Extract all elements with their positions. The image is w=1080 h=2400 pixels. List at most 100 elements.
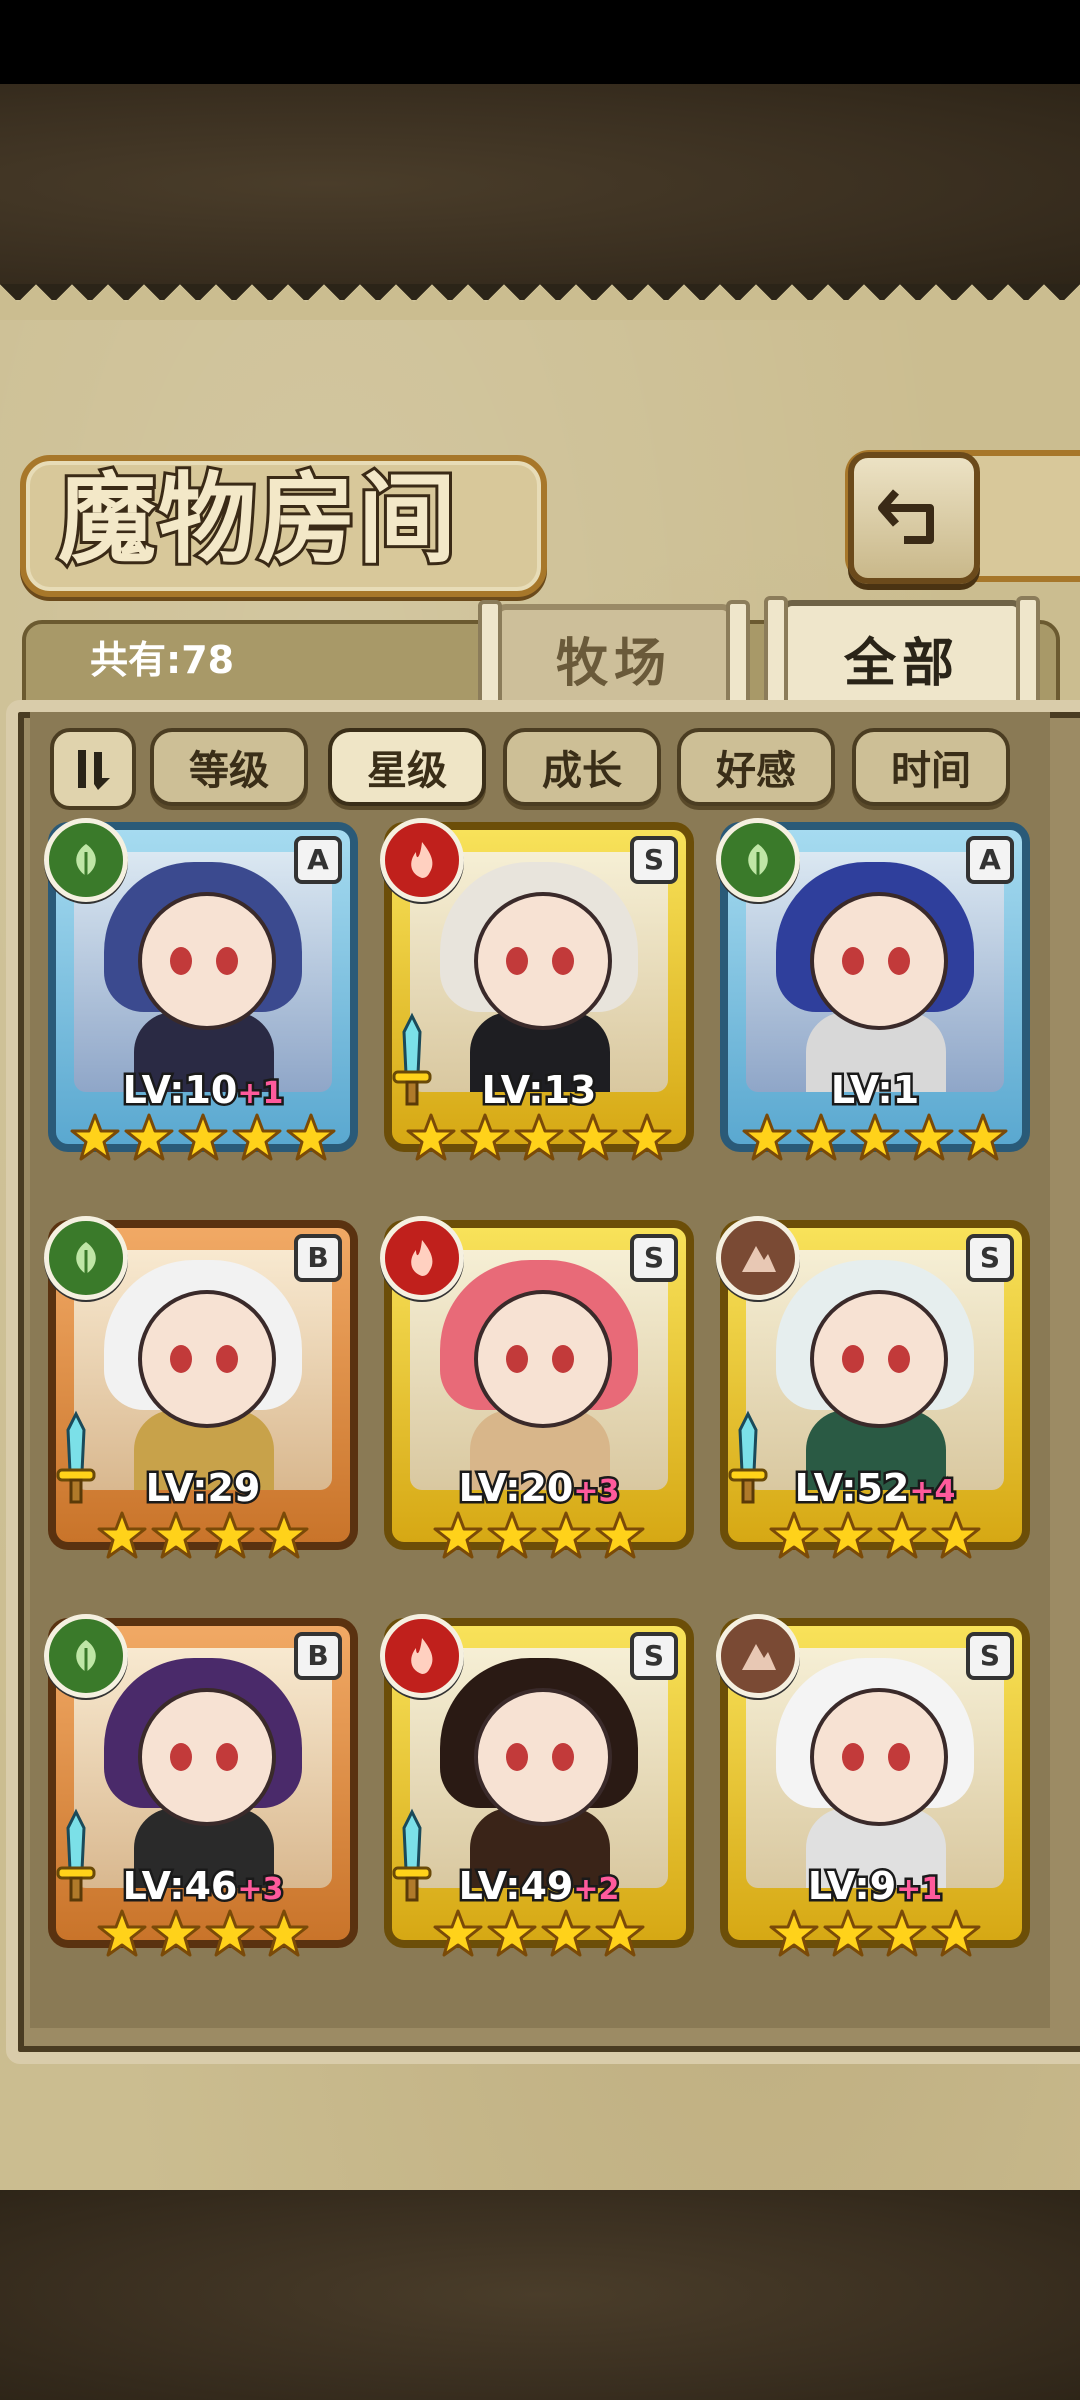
star-rating [742, 1112, 1008, 1172]
monster-level: LV:1 [720, 1066, 1030, 1115]
star-icon [540, 1908, 592, 1968]
star-icon [903, 1112, 955, 1172]
sort-level-button[interactable]: 等级 [150, 728, 308, 806]
star-icon [540, 1510, 592, 1570]
leaf-icon [716, 818, 800, 902]
sort-order-toggle[interactable] [50, 728, 136, 810]
star-rating [760, 1908, 990, 1968]
monster-count: 共有:78 [90, 638, 235, 682]
level-value: LV:13 [479, 1066, 599, 1115]
level-bonus: +4 [907, 1472, 958, 1512]
monster-card[interactable]: S LV:52+4 [716, 1216, 1030, 1580]
map-background-top [0, 84, 1080, 284]
fire-icon [380, 1216, 464, 1300]
star-icon [957, 1112, 1009, 1172]
page-title: 魔物房间 [55, 459, 459, 580]
star-icon [876, 1908, 928, 1968]
star-rating [70, 1112, 336, 1172]
level-bonus: +1 [235, 1074, 286, 1114]
rank-badge: A [294, 836, 342, 884]
star-rating [88, 1908, 318, 1968]
level-bonus: +2 [571, 1870, 622, 1910]
level-value: LV:20 [456, 1464, 576, 1513]
zigzag-border-top [0, 284, 1080, 320]
star-icon [96, 1908, 148, 1968]
star-icon [594, 1908, 646, 1968]
star-icon [177, 1112, 229, 1172]
level-value: LV:52 [792, 1464, 912, 1513]
rank-badge: S [966, 1234, 1014, 1282]
rank-badge: A [966, 836, 1014, 884]
star-icon [150, 1908, 202, 1968]
fire-icon [380, 1614, 464, 1698]
level-value: LV:29 [143, 1464, 263, 1513]
rank-badge: B [294, 1234, 342, 1282]
monster-level: LV:9+1 [720, 1862, 1030, 1911]
sort-affection-button[interactable]: 好感 [677, 728, 835, 806]
monster-card[interactable]: B LV:29 [44, 1216, 358, 1580]
star-icon [204, 1510, 256, 1570]
monster-card[interactable]: B LV:46+3 [44, 1614, 358, 1978]
star-icon [741, 1112, 793, 1172]
star-icon [795, 1112, 847, 1172]
sort-time-button[interactable]: 时间 [852, 728, 1010, 806]
tab-ranch[interactable]: 牧场 [478, 600, 750, 724]
earth-icon [716, 1614, 800, 1698]
star-icon [930, 1510, 982, 1570]
level-value: LV:46 [120, 1862, 240, 1911]
return-arrow-icon [878, 489, 934, 544]
map-background-bottom [0, 2190, 1080, 2400]
monster-level: LV:10+1 [48, 1066, 358, 1115]
star-icon [486, 1908, 538, 1968]
rank-badge: S [966, 1632, 1014, 1680]
star-icon [150, 1510, 202, 1570]
star-rating [88, 1510, 318, 1570]
star-rating [406, 1112, 672, 1172]
star-icon [432, 1908, 484, 1968]
star-icon [69, 1112, 121, 1172]
rank-badge: B [294, 1632, 342, 1680]
monster-level: LV:20+3 [384, 1464, 694, 1513]
star-icon [768, 1510, 820, 1570]
tab-all[interactable]: 全部 [764, 596, 1040, 720]
leaf-icon [44, 818, 128, 902]
sort-order-icon [78, 750, 110, 790]
star-icon [204, 1908, 256, 1968]
monster-card[interactable]: S LV:49+2 [380, 1614, 694, 1978]
star-icon [258, 1510, 310, 1570]
leaf-icon [44, 1216, 128, 1300]
sort-star-button[interactable]: 星级 [328, 728, 486, 806]
level-value: LV:10 [120, 1066, 240, 1115]
star-icon [621, 1112, 673, 1172]
monster-card[interactable]: S LV:9+1 [716, 1614, 1030, 1978]
sort-growth-button[interactable]: 成长 [503, 728, 661, 806]
star-icon [876, 1510, 928, 1570]
star-icon [822, 1908, 874, 1968]
monster-card[interactable]: S LV:20+3 [380, 1216, 694, 1580]
star-icon [822, 1510, 874, 1570]
star-rating [424, 1510, 654, 1570]
leaf-icon [44, 1614, 128, 1698]
monster-card[interactable]: A LV:1 [716, 818, 1030, 1182]
rank-badge: S [630, 1632, 678, 1680]
status-bar [0, 0, 1080, 84]
level-bonus: +3 [235, 1870, 286, 1910]
level-value: LV:1 [828, 1066, 921, 1115]
star-icon [849, 1112, 901, 1172]
star-icon [405, 1112, 457, 1172]
monster-level: LV:46+3 [48, 1862, 358, 1911]
level-bonus: +3 [571, 1472, 622, 1512]
monster-card[interactable]: S LV:13 [380, 818, 694, 1182]
monster-level: LV:13 [384, 1066, 694, 1115]
rank-badge: S [630, 1234, 678, 1282]
level-bonus: +1 [894, 1870, 945, 1910]
level-value: LV:9 [805, 1862, 898, 1911]
star-icon [459, 1112, 511, 1172]
star-rating [760, 1510, 990, 1570]
star-rating [424, 1908, 654, 1968]
star-icon [930, 1908, 982, 1968]
monster-card[interactable]: A LV:10+1 [44, 818, 358, 1182]
rank-badge: S [630, 836, 678, 884]
star-icon [486, 1510, 538, 1570]
back-button[interactable] [848, 452, 980, 584]
